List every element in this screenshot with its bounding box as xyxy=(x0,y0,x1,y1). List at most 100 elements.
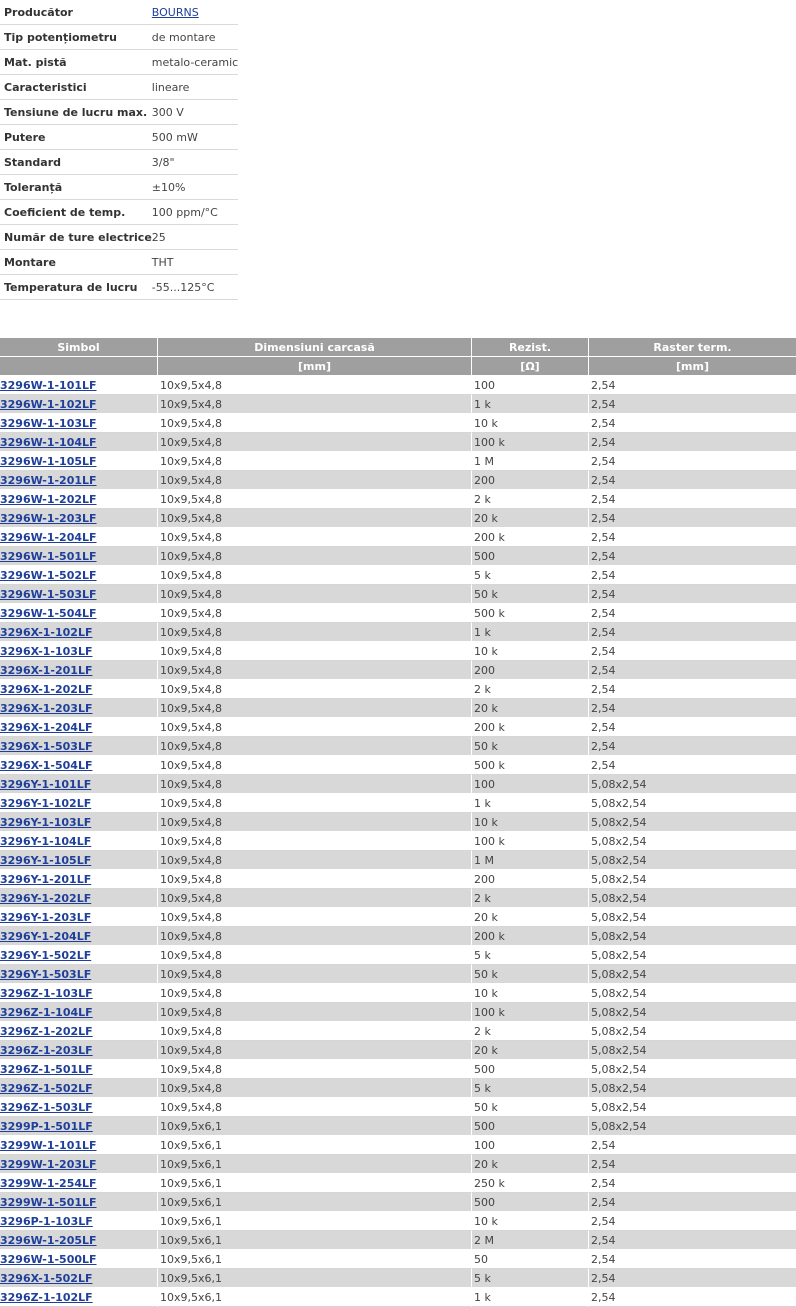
table-row: 3296X-1-203LF 10x9,5x4,8 20 k 2,54 xyxy=(0,699,796,718)
table-row: 3296W-1-103LF 10x9,5x4,8 10 k 2,54 xyxy=(0,414,796,433)
spec-row: Montare THT xyxy=(0,249,239,275)
product-link[interactable]: 3296Z-1-503LF xyxy=(0,1101,93,1114)
resistance-cell: 100 xyxy=(472,376,589,395)
spec-value: THT xyxy=(151,249,239,275)
product-link[interactable]: 3296X-1-102LF xyxy=(0,626,92,639)
product-link[interactable]: 3296Y-1-103LF xyxy=(0,816,91,829)
pitch-cell: 2,54 xyxy=(589,661,796,680)
symbol-cell: 3296Y-1-203LF xyxy=(0,908,158,927)
product-link[interactable]: 3299W-1-203LF xyxy=(0,1158,97,1171)
product-link[interactable]: 3296Z-1-203LF xyxy=(0,1044,93,1057)
dimensions-cell: 10x9,5x4,8 xyxy=(158,813,472,832)
product-link[interactable]: 3296W-1-500LF xyxy=(0,1253,97,1266)
col-header-resistance[interactable]: Rezist. xyxy=(472,338,589,357)
product-link[interactable]: 3296W-1-204LF xyxy=(0,531,97,544)
symbol-cell: 3296W-1-501LF xyxy=(0,547,158,566)
product-link[interactable]: 3296Y-1-105LF xyxy=(0,854,91,867)
symbol-cell: 3299W-1-254LF xyxy=(0,1174,158,1193)
product-link[interactable]: 3299P-1-501LF xyxy=(0,1120,93,1133)
product-link[interactable]: 3296W-1-203LF xyxy=(0,512,97,525)
product-link[interactable]: 3296X-1-502LF xyxy=(0,1272,92,1285)
product-link[interactable]: 3296Y-1-104LF xyxy=(0,835,91,848)
pitch-cell: 5,08x2,54 xyxy=(589,1098,796,1117)
col-header-pitch[interactable]: Raster term. xyxy=(589,338,796,357)
table-row: 3296X-1-503LF 10x9,5x4,8 50 k 2,54 xyxy=(0,737,796,756)
table-row: 3296Y-1-201LF 10x9,5x4,8 200 5,08x2,54 xyxy=(0,870,796,889)
dimensions-cell: 10x9,5x4,8 xyxy=(158,946,472,965)
resistance-cell: 100 xyxy=(472,1136,589,1155)
pitch-cell: 2,54 xyxy=(589,376,796,395)
spec-row: Producător BOURNS xyxy=(0,0,239,25)
product-link[interactable]: 3296W-1-201LF xyxy=(0,474,97,487)
product-link[interactable]: 3296Y-1-101LF xyxy=(0,778,91,791)
symbol-cell: 3296W-1-205LF xyxy=(0,1231,158,1250)
pitch-cell: 2,54 xyxy=(589,1136,796,1155)
product-link[interactable]: 3296X-1-201LF xyxy=(0,664,92,677)
product-link[interactable]: 3296Y-1-502LF xyxy=(0,949,91,962)
specs-table: Producător BOURNS Tip potențiometru de mont… xyxy=(0,0,239,300)
product-link[interactable]: 3296Y-1-503LF xyxy=(0,968,91,981)
product-link[interactable]: 3296W-1-202LF xyxy=(0,493,97,506)
resistance-cell: 100 k xyxy=(472,832,589,851)
pitch-cell: 2,54 xyxy=(589,1174,796,1193)
symbol-cell: 3296Z-1-503LF xyxy=(0,1098,158,1117)
table-row: 3296Y-1-502LF 10x9,5x4,8 5 k 5,08x2,54 xyxy=(0,946,796,965)
spec-label: Toleranță xyxy=(0,174,152,200)
pitch-cell: 5,08x2,54 xyxy=(589,813,796,832)
dimensions-cell: 10x9,5x4,8 xyxy=(158,737,472,756)
spec-value: metalo-ceramic xyxy=(151,49,239,75)
product-link[interactable]: 3296Z-1-102LF xyxy=(0,1291,93,1304)
product-link[interactable]: 3296Z-1-103LF xyxy=(0,987,93,1000)
product-link[interactable]: 3296Y-1-204LF xyxy=(0,930,91,943)
dimensions-cell: 10x9,5x4,8 xyxy=(158,585,472,604)
symbol-cell: 3296W-1-203LF xyxy=(0,509,158,528)
product-link[interactable]: 3296W-1-502LF xyxy=(0,569,97,582)
col-header-dimensions[interactable]: Dimensiuni carcasă xyxy=(158,338,472,357)
symbol-cell: 3296X-1-504LF xyxy=(0,756,158,775)
dimensions-cell: 10x9,5x4,8 xyxy=(158,1041,472,1060)
product-link[interactable]: 3296Y-1-202LF xyxy=(0,892,91,905)
product-link[interactable]: 3296W-1-501LF xyxy=(0,550,97,563)
product-link[interactable]: 3296P-1-103LF xyxy=(0,1215,93,1228)
symbol-cell: 3296Z-1-203LF xyxy=(0,1041,158,1060)
product-link[interactable]: 3296W-1-105LF xyxy=(0,455,97,468)
product-link[interactable]: 3299W-1-254LF xyxy=(0,1177,97,1190)
product-link[interactable]: 3296X-1-203LF xyxy=(0,702,92,715)
product-link[interactable]: 3296W-1-205LF xyxy=(0,1234,97,1247)
product-link[interactable]: 3296X-1-202LF xyxy=(0,683,92,696)
product-link[interactable]: 3296X-1-204LF xyxy=(0,721,92,734)
product-link[interactable]: 3296Z-1-202LF xyxy=(0,1025,93,1038)
product-link[interactable]: 3299W-1-501LF xyxy=(0,1196,97,1209)
spec-label: Mat. pistă xyxy=(0,49,152,75)
product-link[interactable]: 3299W-1-101LF xyxy=(0,1139,97,1152)
product-link[interactable]: 3296Y-1-203LF xyxy=(0,911,91,924)
resistance-cell: 50 xyxy=(472,1250,589,1269)
table-row: 3296Z-1-102LF 10x9,5x6,1 1 k 2,54 xyxy=(0,1288,796,1307)
product-link[interactable]: 3296W-1-503LF xyxy=(0,588,97,601)
resistance-cell: 20 k xyxy=(472,1041,589,1060)
spec-row: Putere 500 mW xyxy=(0,124,239,150)
product-link[interactable]: 3296W-1-102LF xyxy=(0,398,97,411)
product-link[interactable]: 3296Z-1-501LF xyxy=(0,1063,93,1076)
product-link[interactable]: 3296Y-1-201LF xyxy=(0,873,91,886)
product-link[interactable]: 3296X-1-504LF xyxy=(0,759,92,772)
symbol-cell: 3296W-1-504LF xyxy=(0,604,158,623)
resistance-cell: 200 xyxy=(472,661,589,680)
product-link[interactable]: 3296Y-1-102LF xyxy=(0,797,91,810)
col-header-symbol[interactable]: Simbol xyxy=(0,338,158,357)
product-link[interactable]: 3296W-1-104LF xyxy=(0,436,97,449)
dimensions-cell: 10x9,5x6,1 xyxy=(158,1288,472,1307)
product-link[interactable]: 3296W-1-103LF xyxy=(0,417,97,430)
spec-label: Tensiune de lucru max. xyxy=(0,99,152,125)
product-link[interactable]: 3296Z-1-502LF xyxy=(0,1082,93,1095)
dimensions-cell: 10x9,5x4,8 xyxy=(158,680,472,699)
spec-label: Montare xyxy=(0,249,152,275)
product-link[interactable]: 3296W-1-101LF xyxy=(0,379,97,392)
product-link[interactable]: 3296W-1-504LF xyxy=(0,607,97,620)
spec-value: -55...125°C xyxy=(151,274,239,300)
manufacturer-link[interactable]: BOURNS xyxy=(152,6,199,19)
dimensions-cell: 10x9,5x6,1 xyxy=(158,1231,472,1250)
product-link[interactable]: 3296Z-1-104LF xyxy=(0,1006,93,1019)
product-link[interactable]: 3296X-1-503LF xyxy=(0,740,92,753)
product-link[interactable]: 3296X-1-103LF xyxy=(0,645,92,658)
